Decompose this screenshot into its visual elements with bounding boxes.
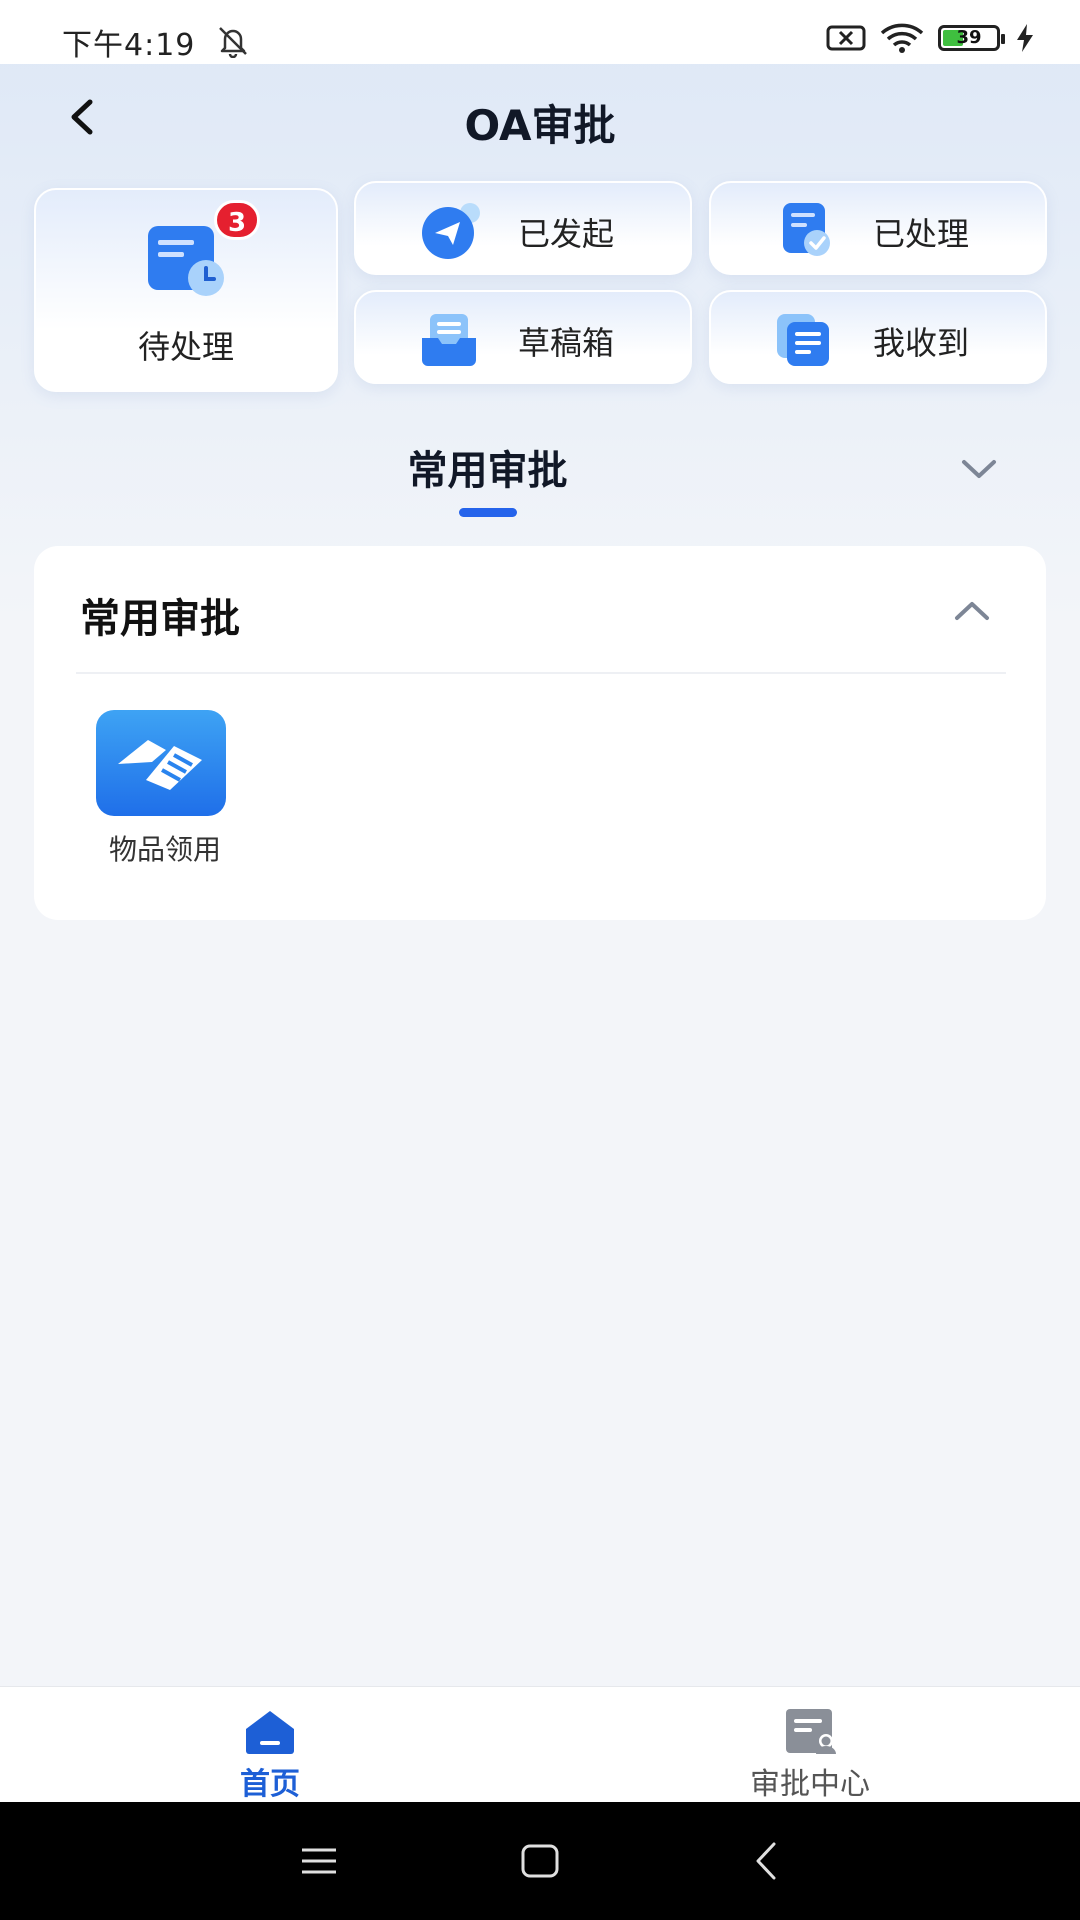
tab-common-approvals[interactable]: 常用审批 <box>0 438 975 496</box>
chevron-down-icon[interactable] <box>958 454 1000 484</box>
doc-received-icon <box>777 314 829 366</box>
nav-home[interactable]: 首页 <box>160 1687 380 1803</box>
bell-muted-icon <box>219 27 247 58</box>
pending-label: 待处理 <box>137 328 234 366</box>
page-header: OA审批 <box>0 64 1080 174</box>
app-label: 物品领用 <box>108 833 221 866</box>
approval-center-icon <box>786 1709 836 1754</box>
wifi-icon <box>880 23 924 53</box>
battery-level: 39 <box>956 27 982 48</box>
drafts-card[interactable]: 草稿箱 <box>354 290 692 384</box>
processed-label: 已处理 <box>873 215 970 253</box>
initiated-card[interactable]: 已发起 <box>354 181 692 275</box>
status-time: 下午4:19 <box>62 28 196 63</box>
tab-active-indicator <box>459 508 517 517</box>
processed-card[interactable]: 已处理 <box>709 181 1047 275</box>
nav-approval-center-label: 审批中心 <box>750 1767 870 1802</box>
menu-icon[interactable] <box>294 1836 344 1886</box>
page-title: OA审批 <box>464 101 616 150</box>
bottom-nav: 首页 审批中心 <box>0 1686 1080 1802</box>
initiated-label: 已发起 <box>518 215 615 253</box>
panel-title: 常用审批 <box>80 596 240 642</box>
nav-approval-center[interactable]: 审批中心 <box>700 1687 920 1803</box>
system-nav-bar <box>0 1802 1080 1920</box>
nav-home-label: 首页 <box>240 1767 300 1802</box>
panel-divider <box>76 672 1006 674</box>
common-approvals-panel: 常用审批 物品领用 <box>34 546 1046 920</box>
sim-x-icon <box>826 25 866 51</box>
charging-icon <box>1017 24 1033 52</box>
doc-check-icon <box>783 203 830 256</box>
battery-icon: 39 <box>938 25 1005 51</box>
received-card[interactable]: 我收到 <box>709 290 1047 384</box>
pending-count-badge: 3 <box>214 200 260 240</box>
pending-card[interactable]: 3 待处理 <box>34 188 338 392</box>
paper-plane-icon <box>422 203 480 259</box>
home-icon <box>246 1711 294 1754</box>
handshake-icon <box>96 710 226 816</box>
received-label: 我收到 <box>873 324 970 362</box>
drafts-tray-icon <box>422 314 476 366</box>
chevron-up-icon[interactable] <box>952 598 992 624</box>
section-tab: 常用审批 <box>0 438 1080 518</box>
app-item-goods-requisition[interactable]: 物品领用 <box>90 710 240 870</box>
home-square-icon[interactable] <box>515 1836 565 1886</box>
status-bar: 下午4:19 39 <box>0 0 1080 64</box>
back-icon[interactable] <box>742 1836 792 1886</box>
drafts-label: 草稿箱 <box>518 324 615 362</box>
